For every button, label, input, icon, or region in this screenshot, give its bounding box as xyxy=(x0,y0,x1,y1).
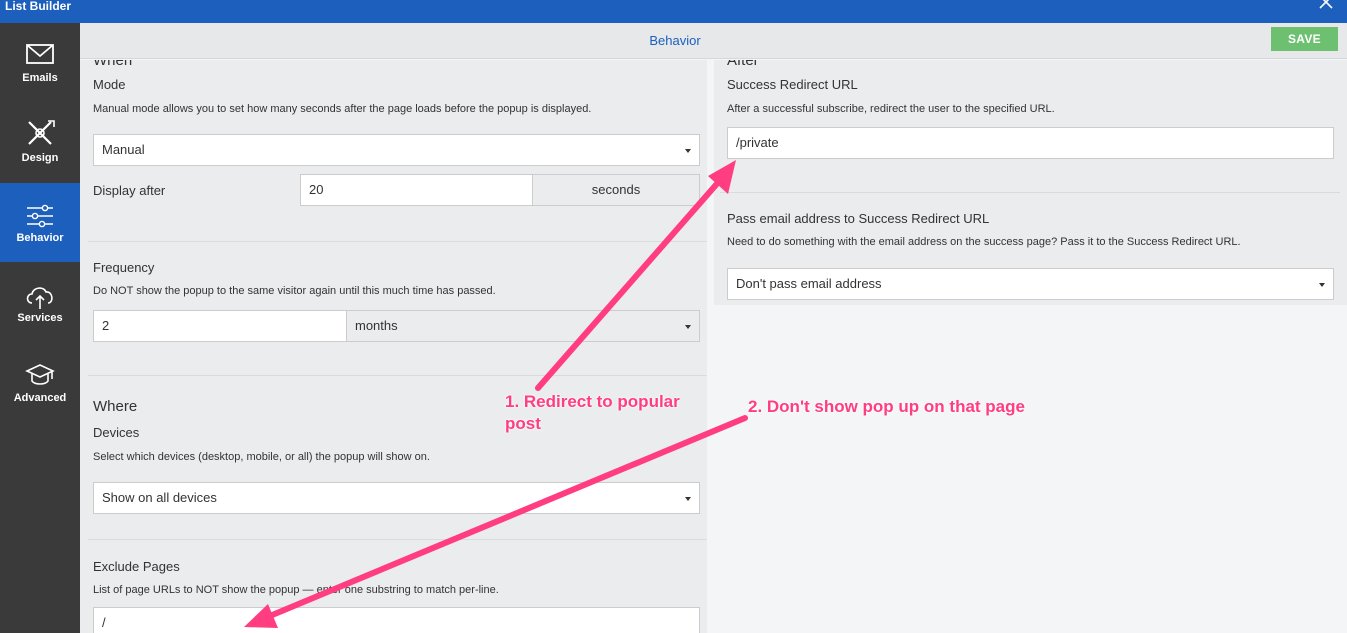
mode-description: Manual mode allows you to set how many s… xyxy=(93,103,592,115)
divider xyxy=(88,539,707,540)
where-heading: Where xyxy=(93,398,138,415)
pass-email-description: Need to do something with the email addr… xyxy=(727,236,1241,248)
sidebar-item-label: Design xyxy=(21,152,59,164)
section-tab-bar: Behavior SAVE xyxy=(80,23,1347,59)
chevron-down-icon xyxy=(685,149,691,153)
pass-email-label: Pass email address to Success Redirect U… xyxy=(727,211,990,226)
envelope-icon xyxy=(26,44,54,64)
sidebar-item-label: Services xyxy=(17,312,63,324)
pass-email-select-value: Don't pass email address xyxy=(736,276,882,291)
annotation-redirect: 1. Redirect to popular post xyxy=(505,392,680,433)
redirect-url-label: Success Redirect URL xyxy=(727,77,858,92)
redirect-url-input[interactable]: /private xyxy=(727,127,1334,159)
mode-label: Mode xyxy=(93,77,126,92)
devices-description: Select which devices (desktop, mobile, o… xyxy=(93,451,430,463)
devices-select-value: Show on all devices xyxy=(102,490,217,505)
divider xyxy=(88,375,707,376)
annotation-exclude: 2. Don't show pop up on that page xyxy=(748,397,1025,416)
exclude-pages-label: Exclude Pages xyxy=(93,559,180,574)
divider xyxy=(88,241,707,242)
save-button[interactable]: SAVE xyxy=(1271,27,1338,51)
window-titlebar: List Builder xyxy=(0,0,1347,23)
window-title: List Builder xyxy=(5,0,72,13)
frequency-label: Frequency xyxy=(93,260,155,275)
sidebar-item-behavior[interactable]: Behavior xyxy=(0,183,80,262)
sidebar-item-design[interactable]: Design xyxy=(0,103,80,182)
sidebar-item-label: Emails xyxy=(22,72,58,84)
brush-pencil-icon xyxy=(28,120,55,145)
sidebar-item-emails[interactable]: Emails xyxy=(0,23,80,102)
display-after-unit: seconds xyxy=(532,174,700,206)
chevron-down-icon xyxy=(685,325,691,329)
frequency-input[interactable]: 2 xyxy=(93,310,347,342)
cloud-upload-icon xyxy=(26,287,53,309)
chevron-down-icon xyxy=(685,497,691,501)
divider xyxy=(720,192,1340,193)
mode-select-value: Manual xyxy=(102,142,145,157)
display-after-label: Display after xyxy=(93,183,166,198)
redirect-url-description: After a successful subscribe, redirect t… xyxy=(727,103,1055,115)
sliders-icon xyxy=(27,204,53,228)
pass-email-select[interactable]: Don't pass email address xyxy=(727,268,1334,300)
chevron-down-icon xyxy=(1319,283,1325,287)
sidebar-item-label: Behavior xyxy=(16,232,64,244)
sidebar-item-label: Advanced xyxy=(13,392,67,404)
tab-behavior[interactable]: Behavior xyxy=(80,33,1270,48)
devices-label: Devices xyxy=(93,425,140,440)
mode-select[interactable]: Manual xyxy=(93,134,700,166)
exclude-pages-textarea[interactable]: / xyxy=(93,607,700,633)
frequency-unit-select[interactable]: months xyxy=(346,310,700,342)
sidebar-item-advanced[interactable]: Advanced xyxy=(0,343,80,422)
exclude-pages-description: List of page URLs to NOT show the popup … xyxy=(93,584,499,596)
close-icon[interactable] xyxy=(1319,0,1333,14)
sidebar: Emails Design Behavior Services Advanced xyxy=(0,23,80,633)
sidebar-item-services[interactable]: Services xyxy=(0,263,80,342)
display-after-input[interactable]: 20 xyxy=(300,174,533,206)
frequency-description: Do NOT show the popup to the same visito… xyxy=(93,285,496,297)
graduation-cap-icon xyxy=(25,364,55,385)
frequency-unit-value: months xyxy=(355,318,398,333)
devices-select[interactable]: Show on all devices xyxy=(93,482,700,514)
